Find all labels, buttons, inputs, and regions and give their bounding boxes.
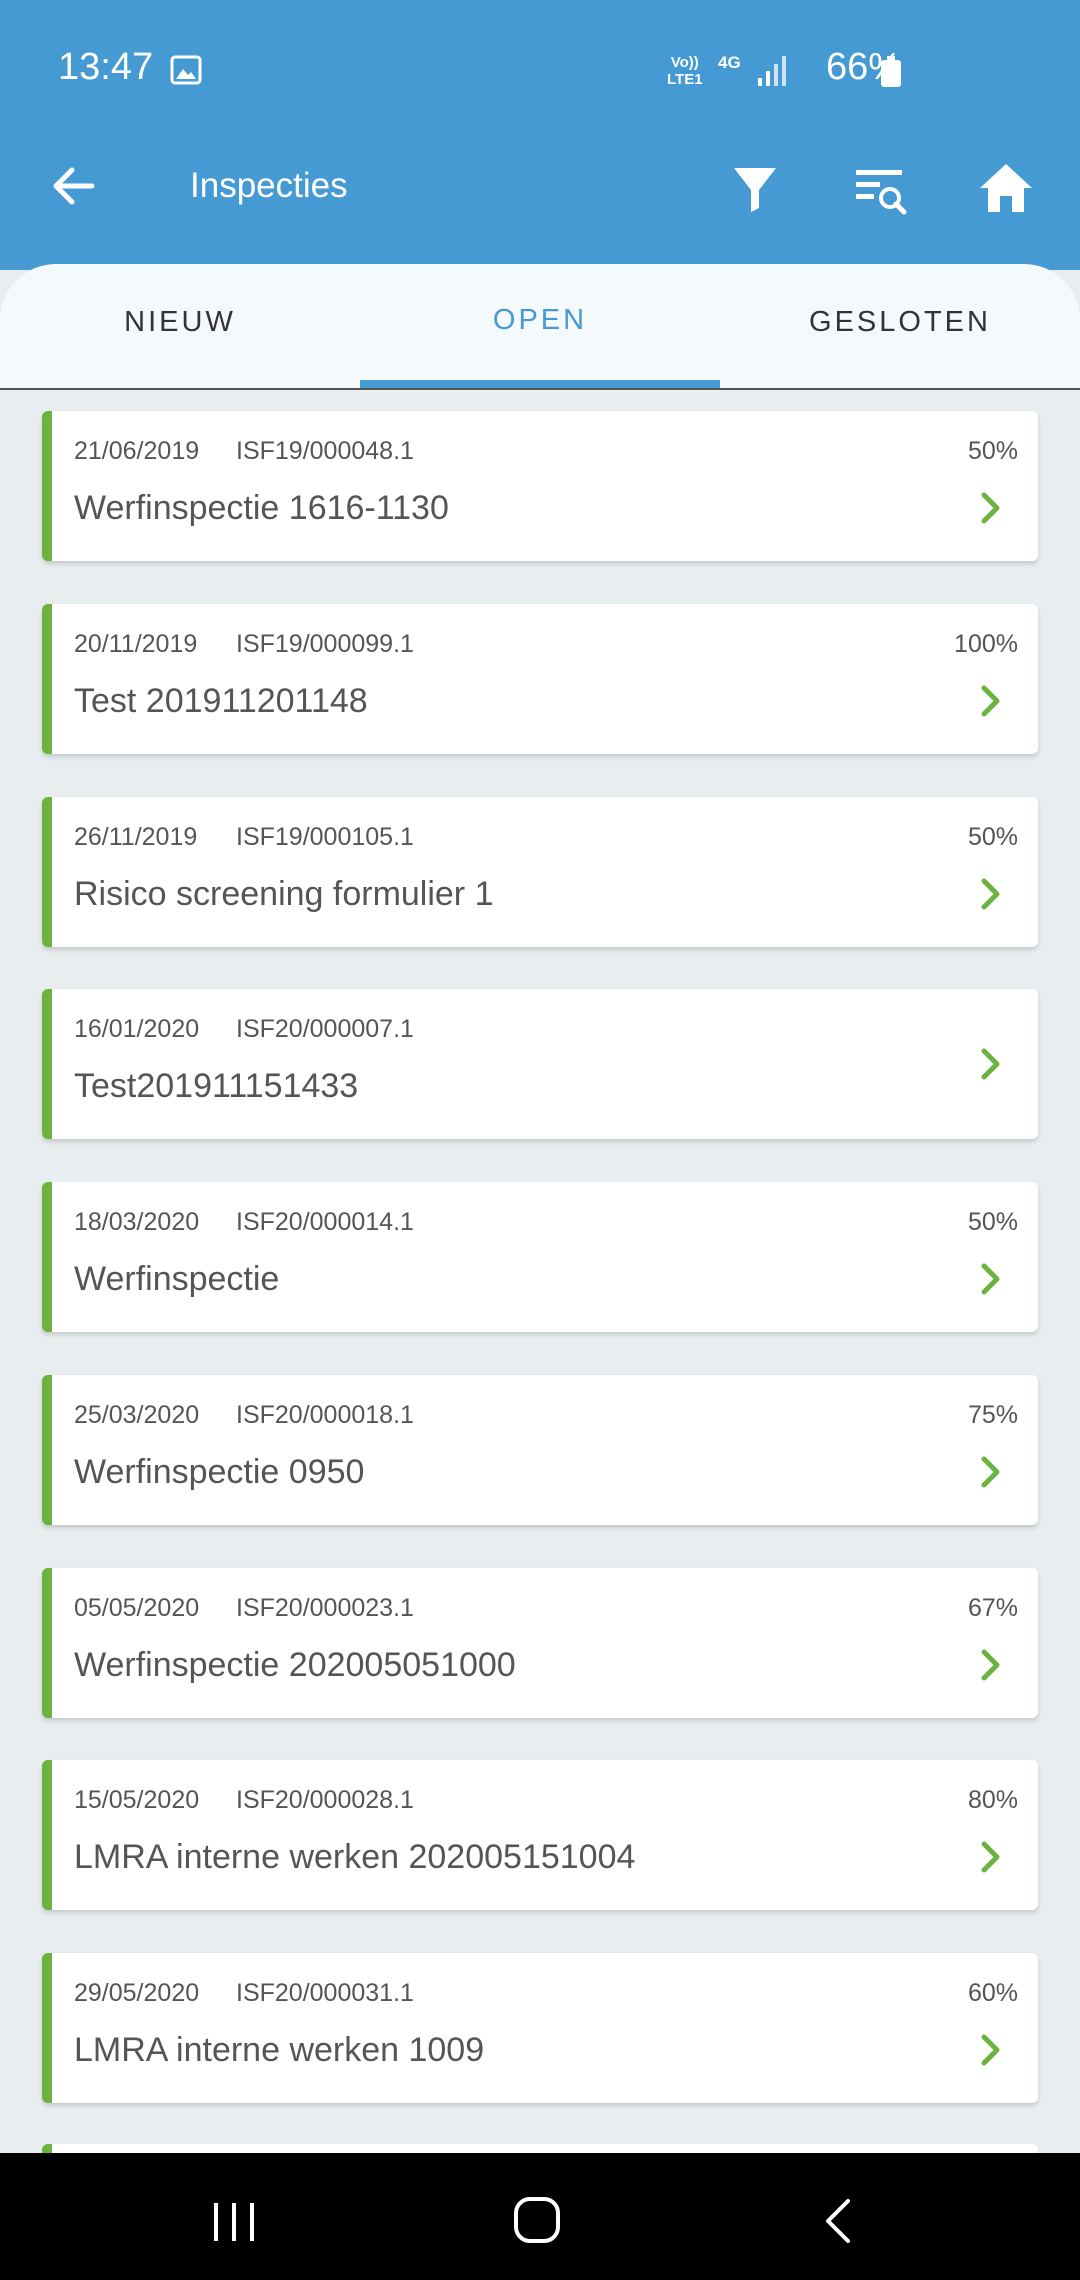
active-tab-indicator: [360, 380, 720, 388]
filter-icon[interactable]: [732, 164, 778, 214]
inspection-date: 18/03/2020: [74, 1208, 200, 1236]
inspection-date: 25/03/2020: [74, 1401, 200, 1429]
inspection-code: ISF20/000023.1: [236, 1594, 414, 1622]
inspection-code: ISF20/000018.1: [236, 1401, 414, 1429]
inspection-progress: 100%: [954, 630, 1018, 658]
inspection-date: 29/05/2020: [74, 1979, 200, 2007]
inspection-card[interactable]: 05/05/2020 ISF20/000023.1 67% Werfinspec…: [42, 1568, 1038, 1718]
inspection-code: ISF20/000014.1: [236, 1208, 414, 1236]
inspection-title: Risico screening formulier 1: [74, 875, 494, 913]
inspection-code: ISF20/000028.1: [236, 1786, 414, 1814]
chevron-right-icon[interactable]: [980, 1648, 1002, 1682]
inspection-progress: 67%: [967, 1594, 1018, 1622]
inspection-progress: 60%: [967, 1979, 1018, 2007]
inspection-progress: 50%: [967, 1208, 1018, 1236]
tab-nieuw[interactable]: NIEUW: [0, 264, 360, 388]
back-arrow-icon[interactable]: [48, 160, 100, 212]
inspection-date: 15/05/2020: [74, 1786, 200, 1814]
inspection-date: 20/11/2019: [74, 630, 198, 658]
inspection-code: ISF20/000031.1: [236, 1979, 414, 2007]
chevron-right-icon[interactable]: [980, 877, 1002, 911]
inspection-code: ISF19/000105.1: [236, 823, 414, 851]
volte-indicator: Vo)) LTE1: [667, 54, 703, 88]
chevron-right-icon[interactable]: [980, 684, 1002, 718]
inspection-code: ISF20/000007.1: [236, 1015, 414, 1043]
inspection-card[interactable]: 21/06/2019 ISF19/000048.1 50% Werfinspec…: [42, 411, 1038, 561]
page-title: Inspecties: [190, 166, 348, 205]
inspection-card[interactable]: 20/11/2019 ISF19/000099.1 100% Test 2019…: [42, 604, 1038, 754]
tab-gesloten[interactable]: GESLOTEN: [720, 264, 1080, 388]
inspection-progress: 50%: [967, 437, 1018, 465]
back-nav-icon[interactable]: [822, 2197, 852, 2245]
inspection-date: 16/01/2020: [74, 1015, 200, 1043]
network-type: 4G: [718, 53, 741, 72]
chevron-right-icon[interactable]: [980, 491, 1002, 525]
battery-icon: [881, 56, 901, 87]
chevron-right-icon[interactable]: [980, 1455, 1002, 1489]
inspection-title: Test201911151433: [74, 1067, 359, 1105]
app-header: 13:47 Vo)) LTE1 4G 66% Inspecties: [0, 0, 1080, 270]
chevron-right-icon[interactable]: [980, 1262, 1002, 1296]
inspection-progress: 80%: [967, 1786, 1018, 1814]
chevron-right-icon[interactable]: [980, 2033, 1002, 2067]
tab-bar: NIEUW OPEN GESLOTEN: [0, 264, 1080, 390]
home-nav-icon[interactable]: [512, 2195, 562, 2245]
status-time: 13:47: [58, 46, 154, 88]
inspection-title: Test 201911201148: [74, 682, 368, 720]
recent-apps-icon[interactable]: [212, 2201, 256, 2243]
image-notification-icon: [170, 55, 202, 85]
inspection-card[interactable]: 18/03/2020 ISF20/000014.1 50% Werfinspec…: [42, 1182, 1038, 1332]
inspection-progress: 75%: [967, 1401, 1018, 1429]
signal-icon: [758, 56, 786, 86]
inspection-card[interactable]: 26/11/2019 ISF19/000105.1 50% Risico scr…: [42, 797, 1038, 947]
inspection-code: ISF19/000099.1: [236, 630, 414, 658]
inspection-card[interactable]: 29/05/2020 ISF20/000031.1 60% LMRA inter…: [42, 1953, 1038, 2103]
inspection-title: Werfinspectie: [74, 1260, 280, 1298]
inspection-date: 05/05/2020: [74, 1594, 200, 1622]
inspection-progress: 50%: [967, 823, 1018, 851]
system-nav-bar: [0, 2153, 1080, 2280]
inspection-title: LMRA interne werken 202005151004: [74, 1838, 636, 1876]
chevron-right-icon[interactable]: [980, 1840, 1002, 1874]
inspection-card[interactable]: 25/03/2020 ISF20/000018.1 75% Werfinspec…: [42, 1375, 1038, 1525]
tab-open[interactable]: OPEN: [360, 264, 720, 388]
chevron-right-icon[interactable]: [980, 1047, 1002, 1081]
inspection-title: Werfinspectie 202005051000: [74, 1646, 516, 1684]
inspection-date: 26/11/2019: [74, 823, 198, 851]
inspection-card[interactable]: 15/05/2020 ISF20/000028.1 80% LMRA inter…: [42, 1760, 1038, 1910]
home-icon[interactable]: [978, 162, 1034, 214]
search-list-icon[interactable]: [854, 164, 910, 220]
inspection-title: LMRA interne werken 1009: [74, 2031, 485, 2069]
inspection-date: 21/06/2019: [74, 437, 200, 465]
inspection-code: ISF19/000048.1: [236, 437, 414, 465]
inspection-title: Werfinspectie 1616-1130: [74, 489, 449, 527]
inspection-card[interactable]: 16/01/2020 ISF20/000007.1 Test2019111514…: [42, 989, 1038, 1139]
inspection-title: Werfinspectie 0950: [74, 1453, 365, 1491]
